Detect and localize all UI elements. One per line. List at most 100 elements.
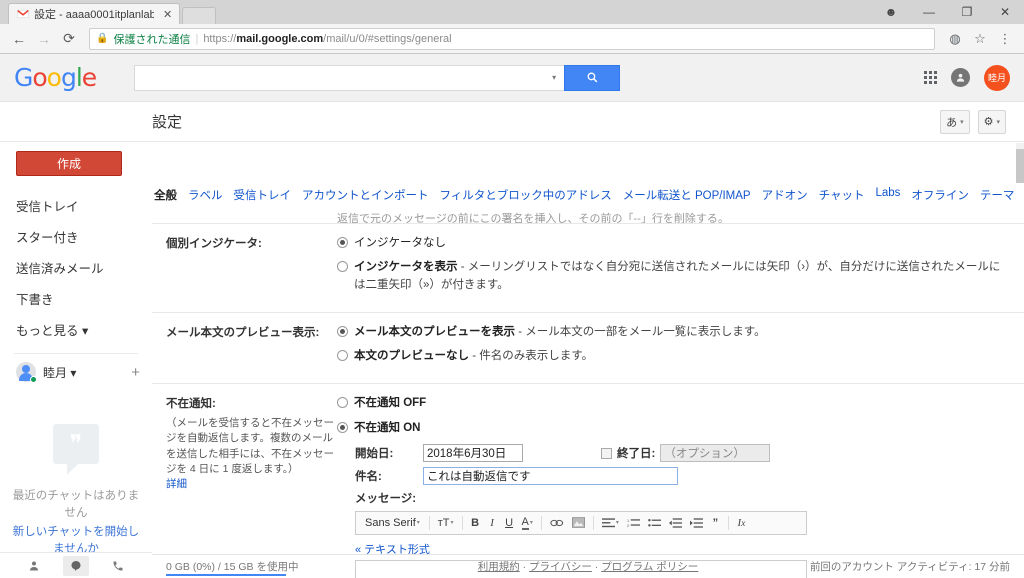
secure-label: 保護された通信 — [113, 33, 191, 46]
apps-grid-icon[interactable] — [924, 71, 937, 84]
search-area: ▾ — [134, 64, 621, 91]
font-family-select[interactable]: Sans Serif ▾ — [361, 514, 424, 532]
profile-icon[interactable]: ☻ — [872, 0, 910, 24]
link-icon[interactable] — [547, 514, 567, 532]
add-contact-button[interactable]: + — [131, 364, 140, 381]
compose-button[interactable]: 作成 — [16, 151, 122, 176]
close-window-button[interactable]: ✕ — [986, 0, 1024, 24]
preview-option-show[interactable]: メール本文のプレビューを表示 - メール本文の一部をメール一覧に表示します。 — [337, 324, 1010, 341]
minimize-button[interactable]: — — [910, 0, 948, 24]
logo-letter: o — [46, 63, 62, 92]
account-circle-icon[interactable] — [951, 68, 970, 87]
end-date-checkbox[interactable] — [601, 448, 612, 460]
chevron-down-icon[interactable]: ▾ — [550, 73, 558, 82]
bookmark-star-icon[interactable]: ☆ — [969, 28, 991, 50]
sidebar-user-row[interactable]: 睦月 ▾ + — [0, 354, 152, 390]
tab-close-icon[interactable]: ✕ — [159, 8, 172, 21]
sidebar-item-sent[interactable]: 送信済みメール — [0, 252, 152, 283]
vacation-title: 不在通知: — [166, 398, 216, 411]
numbered-list-icon[interactable]: 12 — [624, 514, 643, 532]
tab-offline[interactable]: オフライン — [911, 187, 969, 203]
radio-icon[interactable] — [337, 350, 348, 361]
vacation-description-text: （メールを受信すると不在メッセージを自動返信します。複数のメールを送信した相手に… — [166, 417, 334, 475]
image-icon[interactable] — [569, 514, 588, 532]
align-left-icon[interactable]: ▾ — [599, 514, 622, 532]
subject-input[interactable]: これは自動返信です — [423, 466, 678, 485]
tab-labels[interactable]: ラベル — [188, 187, 223, 203]
search-icon — [587, 72, 598, 83]
ime-button[interactable]: あ ▾ — [940, 109, 970, 134]
vacation-option-off[interactable]: 不在通知 OFF — [337, 395, 1010, 412]
sidebar-item-drafts[interactable]: 下書き — [0, 283, 152, 314]
logo-letter: o — [32, 63, 47, 92]
search-button[interactable] — [564, 64, 621, 91]
forward-icon[interactable]: → — [33, 28, 55, 50]
new-tab-button[interactable] — [182, 7, 217, 24]
tab-forwarding-pop-imap[interactable]: メール転送と POP/IMAP — [623, 187, 751, 203]
avatar[interactable]: 睦月 — [984, 64, 1010, 91]
indicators-option-show[interactable]: インジケータを表示 - メーリングリストではなく自分宛に送信されたメールには矢印… — [337, 259, 1010, 294]
radio-icon[interactable] — [337, 421, 348, 433]
tab-inbox[interactable]: 受信トレイ — [234, 187, 292, 203]
address-bar[interactable]: 🔒 保護された通信 | https://mail.google.com/mail… — [89, 27, 935, 50]
search-input[interactable] — [141, 69, 551, 86]
remove-formatting-icon[interactable]: Ix — [734, 514, 749, 532]
radio-icon[interactable] — [337, 325, 348, 337]
extension-icon[interactable]: ◍ — [944, 28, 966, 50]
chat-empty-state: ❞ 最近のチャットはありません 新しいチャットを開始しませんか — [0, 390, 152, 558]
chevron-down-icon: ▾ — [960, 118, 964, 126]
text-size-icon[interactable]: ᴛT ▾ — [435, 514, 457, 532]
bold-button[interactable]: B — [468, 514, 483, 532]
quote-icon[interactable]: ” — [708, 514, 723, 532]
terms-link[interactable]: 利用規約 — [478, 561, 520, 573]
radio-icon[interactable] — [337, 397, 348, 409]
back-icon[interactable]: ← — [8, 28, 30, 50]
tab-general[interactable]: 全般 — [154, 187, 177, 203]
reload-icon[interactable]: ⟳ — [58, 28, 80, 50]
indicators-option-none[interactable]: インジケータなし — [337, 235, 1010, 252]
maximize-button[interactable]: ❐ — [948, 0, 986, 24]
end-date-label: 終了日: — [617, 447, 656, 460]
text-color-icon[interactable]: A ▾ — [519, 514, 536, 532]
sidebar-item-inbox[interactable]: 受信トレイ — [0, 190, 152, 221]
privacy-link[interactable]: プライバシー — [529, 561, 592, 573]
start-date-input[interactable]: 2018年6月30日 — [423, 443, 523, 462]
preview-option-show-label: メール本文のプレビューを表示 — [354, 325, 515, 338]
radio-icon[interactable] — [337, 237, 348, 248]
tab-labs[interactable]: Labs — [875, 187, 900, 203]
settings-gear-button[interactable]: ⚙ ▾ — [977, 109, 1006, 134]
person-icon[interactable] — [21, 556, 47, 576]
end-date-group: 終了日: （オプション） — [601, 443, 771, 462]
tab-chat[interactable]: チャット — [819, 187, 865, 203]
hangouts-icon[interactable] — [63, 555, 89, 576]
underline-button[interactable]: U — [502, 514, 517, 532]
sidebar-item-starred[interactable]: スター付き — [0, 221, 152, 252]
end-date-input[interactable]: （オプション） — [660, 443, 771, 462]
tab-addons[interactable]: アドオン — [762, 187, 808, 203]
vacation-detail-link[interactable]: 詳細 — [166, 478, 187, 490]
google-logo[interactable]: Google — [14, 63, 97, 92]
tab-accounts-import[interactable]: アカウントとインポート — [302, 187, 429, 203]
phone-icon[interactable] — [105, 556, 131, 576]
italic-button[interactable]: I — [485, 514, 500, 532]
radio-icon[interactable] — [337, 261, 348, 273]
preview-option-none[interactable]: 本文のプレビューなし - 件名のみ表示します。 — [337, 348, 1010, 365]
vacation-option-on[interactable]: 不在通知 ON — [337, 420, 1010, 437]
tab-filters-blocked[interactable]: フィルタとブロック中のアドレス — [440, 187, 612, 203]
chevron-down-icon: ▾ — [416, 520, 420, 527]
editor-toolbar: Sans Serif ▾ ᴛT ▾ B I U A ▾ ▾ 1 2 ” I x — [355, 510, 807, 535]
vacation-label: 不在通知: （メールを受信すると不在メッセージを自動返信します。複数のメールを送… — [152, 395, 337, 578]
sidebar-item-more[interactable]: もっと見る ▾ — [0, 314, 152, 345]
vacation-option-on-label: 不在通知 ON — [354, 421, 421, 434]
bulleted-list-icon[interactable] — [645, 514, 664, 532]
program-policy-link[interactable]: プログラム ポリシー — [601, 561, 698, 573]
chrome-menu-icon[interactable]: ⋮ — [994, 28, 1016, 50]
indent-increase-icon[interactable] — [687, 514, 706, 532]
tab-themes[interactable]: テーマ — [980, 187, 1015, 203]
tab-strip: 設定 - aaaa0001itplanlab ✕ ☻ — ❐ ✕ — [0, 0, 1024, 24]
message-label: メッセージ: — [355, 492, 417, 505]
preview-option-none-desc: - 件名のみ表示します。 — [469, 350, 594, 362]
browser-tab[interactable]: 設定 - aaaa0001itplanlab ✕ — [8, 3, 181, 24]
search-box[interactable]: ▾ — [134, 64, 565, 91]
indent-decrease-icon[interactable] — [666, 514, 685, 532]
